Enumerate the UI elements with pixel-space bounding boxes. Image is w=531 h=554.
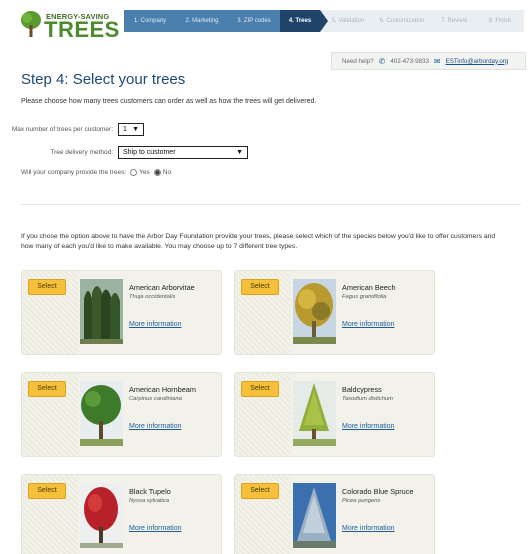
more-information-link[interactable]: More information xyxy=(129,423,182,430)
species-latin-name: Thuja occidentalis xyxy=(129,294,176,300)
baldcypress-photo-icon xyxy=(293,381,336,446)
step-trees[interactable]: 4. Trees xyxy=(280,10,328,32)
select-button[interactable]: Select xyxy=(241,483,279,499)
delivery-label: Tree delivery method: xyxy=(50,149,113,156)
select-button[interactable]: Select xyxy=(28,279,66,295)
beech-photo-icon xyxy=(293,279,336,344)
delivery-method-select[interactable]: Ship to customer ▼ xyxy=(118,146,248,159)
more-information-link[interactable]: More information xyxy=(342,321,395,328)
provide-trees-label: Will your company provide the trees: xyxy=(21,169,127,176)
step-zip-codes[interactable]: 3. ZIP codes xyxy=(228,10,280,32)
more-information-link[interactable]: More information xyxy=(129,321,182,328)
species-name: American Hornbeam xyxy=(129,385,196,394)
provide-no-radio[interactable] xyxy=(153,169,161,176)
step-customization: 6. Customization xyxy=(372,10,432,32)
species-name: American Arborvitae xyxy=(129,283,195,292)
select-button[interactable]: Select xyxy=(28,381,66,397)
section-divider xyxy=(21,204,521,205)
more-information-link[interactable]: More information xyxy=(129,525,182,532)
select-button[interactable]: Select xyxy=(241,381,279,397)
species-card: Select American Arborvitae Thuja occiden… xyxy=(21,270,222,355)
chevron-down-icon: ▼ xyxy=(132,126,139,133)
species-name: Baldcypress xyxy=(342,385,382,394)
help-label: Need help? xyxy=(342,57,374,65)
provide-yes-radio[interactable] xyxy=(130,169,138,176)
header: ENERGY-SAVING TREES 1. Company 2. Market… xyxy=(0,0,531,52)
max-trees-value: 1 xyxy=(123,126,127,133)
page-title: Step 4: Select your trees xyxy=(21,71,186,88)
step-finish: 8. Finish xyxy=(476,10,524,32)
phone-icon: ✆ xyxy=(378,56,386,66)
help-phone: 402-473-9833 xyxy=(390,57,429,65)
species-name: Black Tupelo xyxy=(129,487,171,496)
step-marketing[interactable]: 2. Marketing xyxy=(176,10,228,32)
logo-wordmark: TREES xyxy=(44,17,120,42)
species-latin-name: Fagus grandifolia xyxy=(342,294,387,300)
more-information-link[interactable]: More information xyxy=(342,525,395,532)
step-company[interactable]: 1. Company xyxy=(124,10,176,32)
more-information-link[interactable]: More information xyxy=(342,423,395,430)
provide-trees-row: Will your company provide the trees: Yes… xyxy=(21,169,171,176)
species-card: Select Black Tupelo Nyssa sylvatica More… xyxy=(21,474,222,554)
provide-no-label: No xyxy=(162,169,172,176)
species-card: Select Baldcypress Taxodium distichum Mo… xyxy=(234,372,435,457)
species-card: Select American Beech Fagus grandifolia … xyxy=(234,270,435,355)
provide-yes-label: Yes xyxy=(139,169,150,176)
species-card: Select Colorado Blue Spruce Picea pungen… xyxy=(234,474,435,554)
max-trees-label: Max number of trees per customer: xyxy=(11,126,113,133)
page-intro: Please choose how many trees customers c… xyxy=(21,98,317,105)
tupelo-photo-icon xyxy=(80,483,123,548)
mail-icon: ✉ xyxy=(433,56,441,66)
hornbeam-photo-icon xyxy=(80,381,123,446)
species-name: American Beech xyxy=(342,283,396,292)
species-latin-name: Nyssa sylvatica xyxy=(129,498,169,504)
species-name: Colorado Blue Spruce xyxy=(342,487,414,496)
delivery-row: Tree delivery method: Ship to customer ▼ xyxy=(8,146,248,159)
chevron-down-icon: ▼ xyxy=(236,149,243,156)
tree-logo-icon xyxy=(21,11,41,37)
spruce-photo-icon xyxy=(293,483,336,548)
delivery-method-value: Ship to customer xyxy=(123,149,176,156)
help-email-link[interactable]: ESTinfo@arborday.org xyxy=(446,58,509,65)
species-latin-name: Taxodium distichum xyxy=(342,396,394,402)
select-button[interactable]: Select xyxy=(28,483,66,499)
species-card: Select American Hornbeam Carpinus caroli… xyxy=(21,372,222,457)
help-bar: Need help? ✆ 402-473-9833 ✉ ESTinfo@arbo… xyxy=(331,52,526,70)
species-latin-name: Carpinus caroliniana xyxy=(129,396,182,402)
max-trees-row: Max number of trees per customer: 1 ▼ xyxy=(8,123,144,136)
species-latin-name: Picea pungens xyxy=(342,498,381,504)
arborvitae-photo-icon xyxy=(80,279,123,344)
species-intro: If you chose the option above to have th… xyxy=(21,233,496,250)
max-trees-select[interactable]: 1 ▼ xyxy=(118,123,144,136)
logo[interactable]: ENERGY-SAVING TREES xyxy=(20,8,119,42)
select-button[interactable]: Select xyxy=(241,279,279,295)
step-review: 7. Review xyxy=(432,10,476,32)
step-progress-nav: 1. Company 2. Marketing 3. ZIP codes 4. … xyxy=(124,10,524,32)
